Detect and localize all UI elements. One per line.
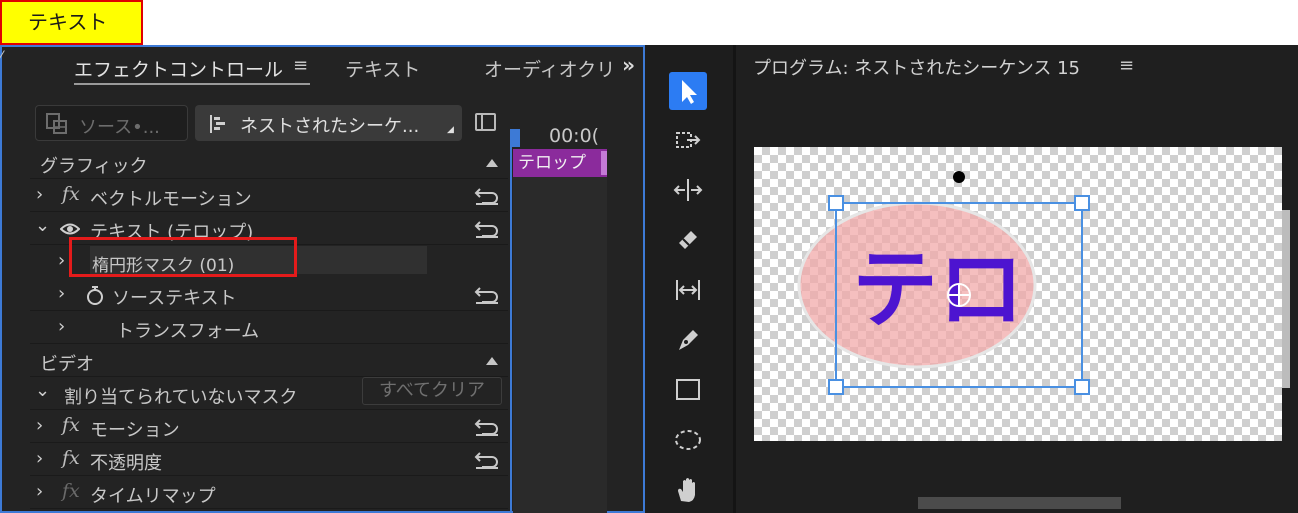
- row-source-text[interactable]: › ソーステキスト: [30, 279, 508, 311]
- panel-layout-icon[interactable]: [475, 113, 496, 131]
- section-video-label: ビデオ: [40, 354, 94, 375]
- fx-icon[interactable]: fx: [62, 414, 80, 436]
- row-label: トランスフォーム: [116, 321, 260, 342]
- slip-tool-icon[interactable]: [669, 271, 707, 309]
- row-transform[interactable]: › トランスフォーム: [30, 312, 508, 344]
- row-opacity[interactable]: › fx 不透明度: [30, 444, 508, 476]
- panel-menu-icon[interactable]: ≡: [1119, 55, 1134, 76]
- source-button[interactable]: ソース•...: [35, 105, 188, 141]
- expand-arrow-icon[interactable]: ›: [58, 283, 65, 304]
- handle-bottom-left[interactable]: [828, 379, 844, 395]
- row-motion[interactable]: › fx モーション: [30, 411, 508, 443]
- pen-tool-icon[interactable]: [669, 321, 707, 359]
- sequence-icon: [210, 115, 225, 133]
- clear-all-button[interactable]: すべてクリア: [362, 377, 502, 405]
- tabs-overflow-icon[interactable]: »: [622, 53, 635, 77]
- playhead-line[interactable]: [510, 131, 512, 513]
- collapse-up-icon[interactable]: [486, 159, 498, 167]
- tab-audio-clip[interactable]: オーディオクリ: [484, 55, 615, 82]
- playhead-handle[interactable]: [510, 129, 520, 147]
- panel-grip-icon: ⁄: [0, 49, 3, 65]
- timecode: 00:0(: [549, 125, 600, 147]
- horizontal-scrollbar[interactable]: [918, 497, 1121, 509]
- tab-text[interactable]: テキスト: [345, 55, 420, 82]
- collapse-arrow-icon[interactable]: ⌄: [35, 380, 50, 401]
- source-grid-icon: [46, 113, 67, 134]
- sequence-button[interactable]: ネストされたシーケ... ◢: [195, 105, 462, 141]
- row-label: タイムリマップ: [90, 486, 216, 507]
- handle-top-right[interactable]: [1074, 195, 1090, 211]
- section-graphic[interactable]: グラフィック: [30, 147, 508, 179]
- program-canvas[interactable]: テロッ: [754, 147, 1282, 441]
- row-time-remap[interactable]: › fx タイムリマップ: [30, 477, 508, 509]
- source-button-label: ソース•...: [79, 117, 160, 138]
- ellipse-tool-icon[interactable]: [669, 421, 707, 459]
- fx-icon[interactable]: fx: [62, 447, 80, 469]
- row-label: 不透明度: [90, 453, 162, 474]
- collapse-up-icon[interactable]: [486, 357, 498, 365]
- rotation-handle[interactable]: [953, 171, 965, 183]
- eye-icon[interactable]: [60, 222, 80, 236]
- timeline-clip[interactable]: テロップ: [513, 149, 607, 177]
- highlight-annotation: [69, 237, 297, 277]
- fx-icon[interactable]: fx: [62, 183, 80, 205]
- section-video[interactable]: ビデオ: [30, 345, 508, 377]
- reset-icon[interactable]: [474, 415, 500, 437]
- track-select-tool-icon[interactable]: [669, 121, 707, 159]
- program-title: プログラム: ネストされたシーケンス 15: [753, 58, 1080, 79]
- panel-menu-icon[interactable]: ≡: [293, 55, 308, 76]
- sequence-button-label: ネストされたシーケ...: [240, 116, 420, 137]
- row-label: ベクトルモーション: [90, 189, 252, 210]
- expand-arrow-icon[interactable]: ›: [36, 448, 43, 469]
- top-label: テキスト: [0, 0, 143, 45]
- anchor-point-icon[interactable]: [947, 283, 971, 307]
- section-graphic-label: グラフィック: [40, 156, 148, 177]
- reset-icon[interactable]: [474, 217, 500, 239]
- caption-text: テロッ: [852, 240, 1110, 340]
- hand-tool-icon[interactable]: [669, 471, 707, 509]
- row-vector-motion[interactable]: › fx ベクトルモーション: [30, 180, 508, 212]
- corner-triangle-icon: ◢: [447, 125, 454, 135]
- expand-arrow-icon[interactable]: ›: [58, 250, 65, 271]
- rectangle-tool-icon[interactable]: [669, 371, 707, 409]
- expand-arrow-icon[interactable]: ›: [36, 415, 43, 436]
- row-label: ソーステキスト: [112, 288, 237, 309]
- handle-bottom-right[interactable]: [1074, 379, 1090, 395]
- collapse-arrow-icon[interactable]: ⌄: [35, 215, 50, 236]
- tools-panel: [645, 45, 733, 513]
- expand-arrow-icon[interactable]: ›: [58, 316, 65, 337]
- vertical-scrollbar[interactable]: [1282, 210, 1290, 388]
- stopwatch-icon[interactable]: [85, 285, 105, 306]
- fx-icon: fx: [62, 480, 80, 502]
- expand-arrow-icon[interactable]: ›: [36, 481, 43, 502]
- timeline-strip: [513, 177, 607, 513]
- effect-controls-panel: ⁄ エフェクトコントロール ≡ テキスト オーディオクリ » ソース•... ネ…: [0, 45, 645, 513]
- program-monitor: プログラム: ネストされたシーケンス 15 ≡ テロッ: [733, 45, 1298, 513]
- reset-icon[interactable]: [474, 448, 500, 470]
- ripple-edit-tool-icon[interactable]: [669, 171, 707, 209]
- razor-tool-icon[interactable]: [669, 221, 707, 259]
- selection-tool-icon[interactable]: [669, 72, 707, 110]
- panel-tabs: ⁄ エフェクトコントロール ≡ テキスト オーディオクリ »: [0, 47, 643, 91]
- expand-arrow-icon[interactable]: ›: [36, 184, 43, 205]
- active-tab-underline: [74, 83, 310, 85]
- handle-top-left[interactable]: [828, 195, 844, 211]
- tab-effect-controls[interactable]: エフェクトコントロール: [74, 55, 283, 82]
- reset-icon[interactable]: [474, 184, 500, 206]
- row-label: 割り当てられていないマスク: [64, 387, 298, 408]
- row-label: モーション: [90, 420, 180, 441]
- reset-icon[interactable]: [474, 283, 500, 305]
- mask-overlay[interactable]: テロッ: [754, 147, 1282, 441]
